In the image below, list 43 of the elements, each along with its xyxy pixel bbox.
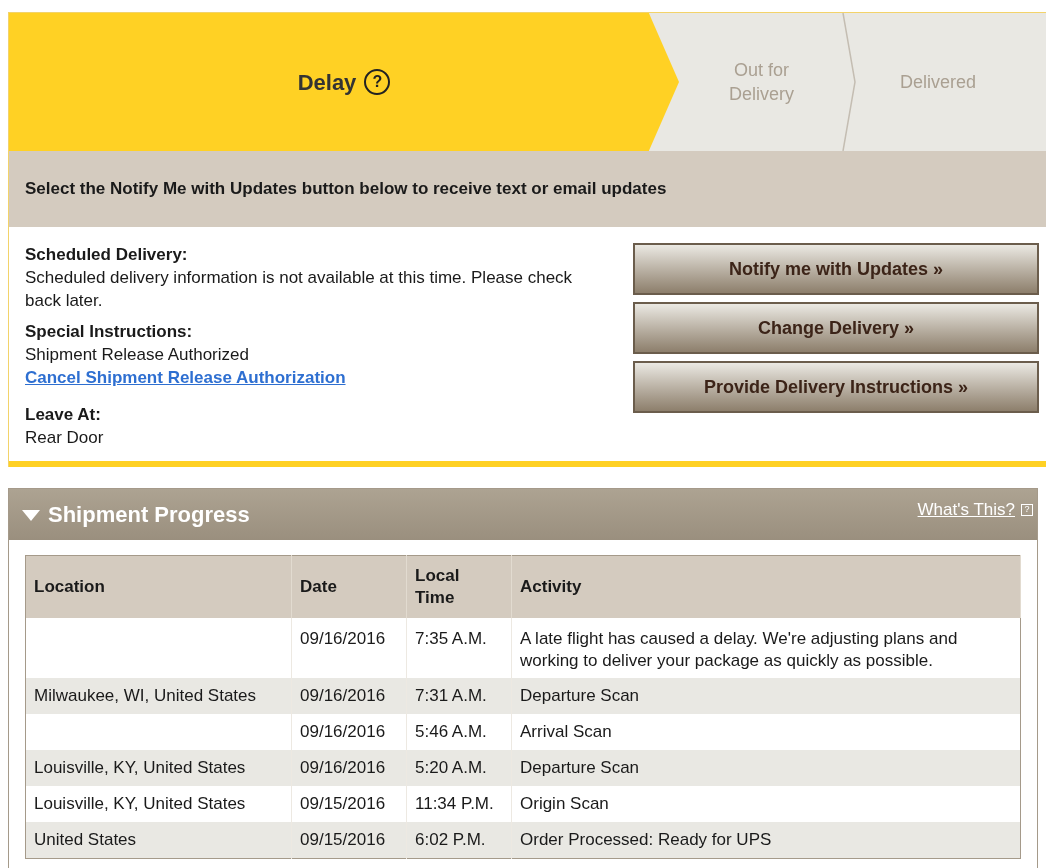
table-cell: 09/16/2016 (291, 749, 407, 786)
notice-text: Select the Notify Me with Updates button below to receive text or email updates (25, 178, 667, 201)
table-cell: United States (25, 821, 292, 858)
table-cell: 09/16/2016 (291, 713, 407, 750)
table-cell: Departure Scan (511, 677, 1021, 714)
table-cell: 09/15/2016 (291, 821, 407, 858)
action-button[interactable]: Notify me with Updates » (633, 243, 1039, 295)
column-header: Activity (511, 555, 1021, 618)
detail-heading: Special Instructions: (25, 321, 194, 343)
action-button[interactable]: Provide Delivery Instructions » (633, 361, 1039, 413)
table-cell: 09/15/2016 (291, 785, 407, 822)
table-cell: 7:35 A.M. (406, 617, 512, 678)
detail-text: Rear Door (25, 427, 105, 449)
section-title: Shipment Progress (48, 501, 250, 529)
step-label: Delivered (900, 71, 977, 94)
table-cell: Departure Scan (511, 749, 1021, 786)
table-cell: 7:31 A.M. (406, 677, 512, 714)
column-header: Location (25, 555, 292, 618)
table-cell: 11:34 P.M. (406, 785, 512, 822)
table-cell: Louisville, KY, United States (25, 785, 292, 822)
table-cell: Origin Scan (511, 785, 1021, 822)
collapse-caret-icon[interactable] (21, 507, 41, 522)
table-cell: 09/16/2016 (291, 677, 407, 714)
column-header: Local Time (406, 555, 512, 618)
detail-text: Shipment Release Authorized (25, 344, 250, 366)
detail-text: Scheduled delivery information is not available at this time. Please check back later. (25, 267, 574, 312)
table-cell: Louisville, KY, United States (25, 749, 292, 786)
action-button[interactable]: Change Delivery » (633, 302, 1039, 354)
table-cell: 09/16/2016 (291, 617, 407, 678)
cancel-link[interactable]: Cancel Shipment Release Authorization (25, 368, 346, 387)
detail-heading: Leave At: (25, 404, 102, 426)
table-cell: 6:02 P.M. (406, 821, 512, 858)
step-label: Delay (297, 68, 357, 97)
table-cell: 5:46 A.M. (406, 713, 512, 750)
help-icon[interactable]: ? (364, 69, 391, 95)
table-cell: Milwaukee, WI, United States (25, 677, 292, 714)
table-cell: A late flight has caused a delay. We're adjusting plans and working to deliver your package as quickly as possible. (511, 617, 1021, 678)
step-label: Out for Delivery (728, 59, 795, 106)
detail-heading: Scheduled Delivery: (25, 244, 189, 266)
table-cell: Arrival Scan (511, 713, 1021, 750)
table-cell: Order Processed: Ready for UPS (511, 821, 1021, 858)
column-header: Date (291, 555, 407, 618)
table-cell: 5:20 A.M. (406, 749, 512, 786)
